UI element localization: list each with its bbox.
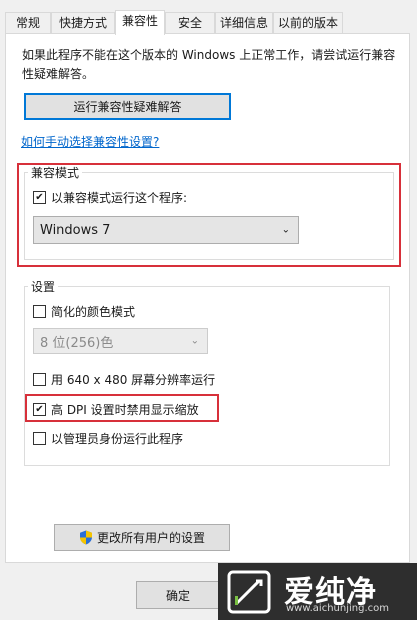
brand-logo-icon (227, 570, 271, 614)
reduced-color-row[interactable]: 简化的颜色模式 (33, 303, 135, 320)
tab-details[interactable]: 详细信息 (215, 12, 273, 33)
tab-compatibility[interactable]: 兼容性 (115, 10, 165, 35)
intro-text: 如果此程序不能在这个版本的 Windows 上正常工作，请尝试运行兼容性疑难解答… (22, 48, 396, 81)
compat-os-select[interactable]: Windows 7 ⌄ (33, 216, 299, 244)
compat-mode-row[interactable]: ✔ 以兼容模式运行这个程序: (33, 189, 187, 206)
tab-security[interactable]: 安全 (165, 12, 215, 33)
watermark-url: www.aichunjing.com (286, 603, 389, 614)
tab-shortcut[interactable]: 快捷方式 (51, 12, 115, 33)
run-troubleshooter-button[interactable]: 运行兼容性疑难解答 (24, 93, 231, 120)
high-dpi-row[interactable]: ✔ 高 DPI 设置时禁用显示缩放 (33, 401, 199, 418)
ok-label: 确定 (165, 588, 190, 603)
manual-settings-link[interactable]: 如何手动选择兼容性设置? (21, 133, 159, 150)
compat-os-value: Windows 7 (40, 222, 111, 238)
reduced-color-label: 简化的颜色模式 (51, 305, 136, 319)
admin-checkbox[interactable] (33, 432, 46, 445)
resolution-640-checkbox[interactable] (33, 373, 46, 386)
ok-button[interactable]: 确定 (136, 581, 220, 609)
settings-group-label: 设置 (28, 278, 59, 295)
resolution-640-row[interactable]: 用 640 x 480 屏幕分辨率运行 (33, 371, 215, 388)
watermark-logo: 爱纯净 www.aichunjing.com (218, 563, 417, 620)
tab-general[interactable]: 常规 (5, 12, 51, 33)
compat-mode-label: 以兼容模式运行这个程序: (51, 191, 188, 205)
compat-mode-group-label: 兼容模式 (28, 164, 83, 181)
color-mode-select: 8 位(256)色 ⌄ (33, 328, 208, 354)
admin-row[interactable]: 以管理员身份运行此程序 (33, 430, 183, 447)
compat-mode-checkbox[interactable]: ✔ (33, 191, 46, 204)
change-all-users-label: 更改所有用户的设置 (96, 531, 205, 545)
change-all-users-button[interactable]: 更改所有用户的设置 (54, 524, 230, 551)
color-mode-value: 8 位(256)色 (40, 335, 114, 351)
chevron-down-icon: ⌄ (281, 224, 290, 236)
chevron-down-icon: ⌄ (190, 335, 199, 347)
resolution-640-label: 用 640 x 480 屏幕分辨率运行 (51, 373, 216, 387)
tab-previous-versions[interactable]: 以前的版本 (273, 12, 343, 33)
uac-shield-icon (79, 530, 92, 545)
run-troubleshooter-label: 运行兼容性疑难解答 (73, 100, 182, 114)
admin-label: 以管理员身份运行此程序 (51, 432, 184, 446)
high-dpi-label: 高 DPI 设置时禁用显示缩放 (51, 403, 199, 417)
tab-strip: 常规 快捷方式 兼容性 安全 详细信息 以前的版本 (0, 10, 417, 35)
high-dpi-checkbox[interactable]: ✔ (33, 403, 46, 416)
reduced-color-checkbox[interactable] (33, 305, 46, 318)
